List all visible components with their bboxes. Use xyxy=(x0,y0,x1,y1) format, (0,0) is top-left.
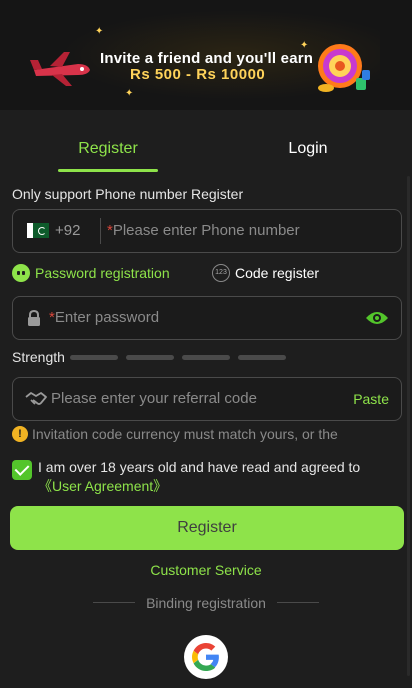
lock-icon xyxy=(28,310,40,326)
password-placeholder: Enter password xyxy=(54,309,160,326)
handshake-icon xyxy=(25,392,47,405)
password-input[interactable]: *Enter password xyxy=(49,297,159,339)
country-code[interactable]: +92 xyxy=(55,210,80,252)
agreement-checkbox[interactable] xyxy=(12,460,32,480)
referral-field[interactable]: Please enter your referral code Paste xyxy=(12,377,402,421)
password-mode-icon xyxy=(12,263,30,282)
tab-login-label: Login xyxy=(288,140,328,157)
promo-banner[interactable]: ✦ ✦ ✦ Invite a friend and you'll earn Rs… xyxy=(0,0,412,110)
strength-bar xyxy=(70,355,118,360)
password-field[interactable]: *Enter password xyxy=(12,296,402,340)
referral-input[interactable]: Please enter your referral code xyxy=(51,378,257,420)
eye-icon[interactable] xyxy=(365,309,389,327)
code-mode-icon: 123 xyxy=(212,263,230,282)
strength-bar xyxy=(126,355,174,360)
warning-text: Invitation code currency must match your… xyxy=(32,426,338,442)
pakistan-flag-icon xyxy=(27,223,49,238)
auth-tabs: Register Login xyxy=(0,128,412,176)
divider xyxy=(100,218,101,244)
airplane-icon xyxy=(30,52,90,86)
strength-label: Strength xyxy=(12,349,65,365)
currency-warning: ! Invitation code currency must match you… xyxy=(12,425,338,442)
banner-amount: Rs 500 - Rs 10000 xyxy=(130,66,266,83)
phone-only-note: Only support Phone number Register xyxy=(12,186,244,202)
tab-login[interactable]: Login xyxy=(258,128,358,174)
sparkle-icon: ✦ xyxy=(125,88,134,99)
strength-bar xyxy=(238,355,286,360)
customer-service-link[interactable]: Customer Service xyxy=(0,562,412,578)
code-register-option[interactable]: 123 Code register xyxy=(212,263,319,283)
user-agreement-link[interactable]: 《User Agreement》 xyxy=(38,478,167,494)
register-mode-selector: Password registration 123 Code register xyxy=(12,263,402,285)
phone-input[interactable]: *Please enter Phone number xyxy=(107,210,300,252)
google-icon xyxy=(192,643,219,671)
phone-field[interactable]: +92 *Please enter Phone number xyxy=(12,209,402,253)
password-registration-option[interactable]: Password registration xyxy=(12,263,170,283)
google-login-button[interactable] xyxy=(184,635,228,679)
banner-headline: Invite a friend and you'll earn xyxy=(100,50,314,67)
tab-register[interactable]: Register xyxy=(58,128,158,174)
agreement-text: I am over 18 years old and have read and… xyxy=(38,458,396,496)
roulette-wheel-icon xyxy=(318,44,370,92)
register-button[interactable]: Register xyxy=(10,506,404,550)
strength-bar xyxy=(182,355,230,360)
binding-registration-label: Binding registration xyxy=(146,595,266,611)
divider xyxy=(277,602,319,603)
sparkle-icon: ✦ xyxy=(95,26,104,37)
password-mode-label: Password registration xyxy=(35,265,170,281)
warning-icon: ! xyxy=(12,425,28,442)
active-tab-indicator xyxy=(58,169,158,172)
paste-button[interactable]: Paste xyxy=(353,378,389,420)
tab-register-label: Register xyxy=(78,140,138,157)
agreement-statement: I am over 18 years old and have read and… xyxy=(38,459,361,475)
phone-placeholder: Please enter Phone number xyxy=(112,222,300,239)
code-mode-label: Code register xyxy=(235,265,320,281)
